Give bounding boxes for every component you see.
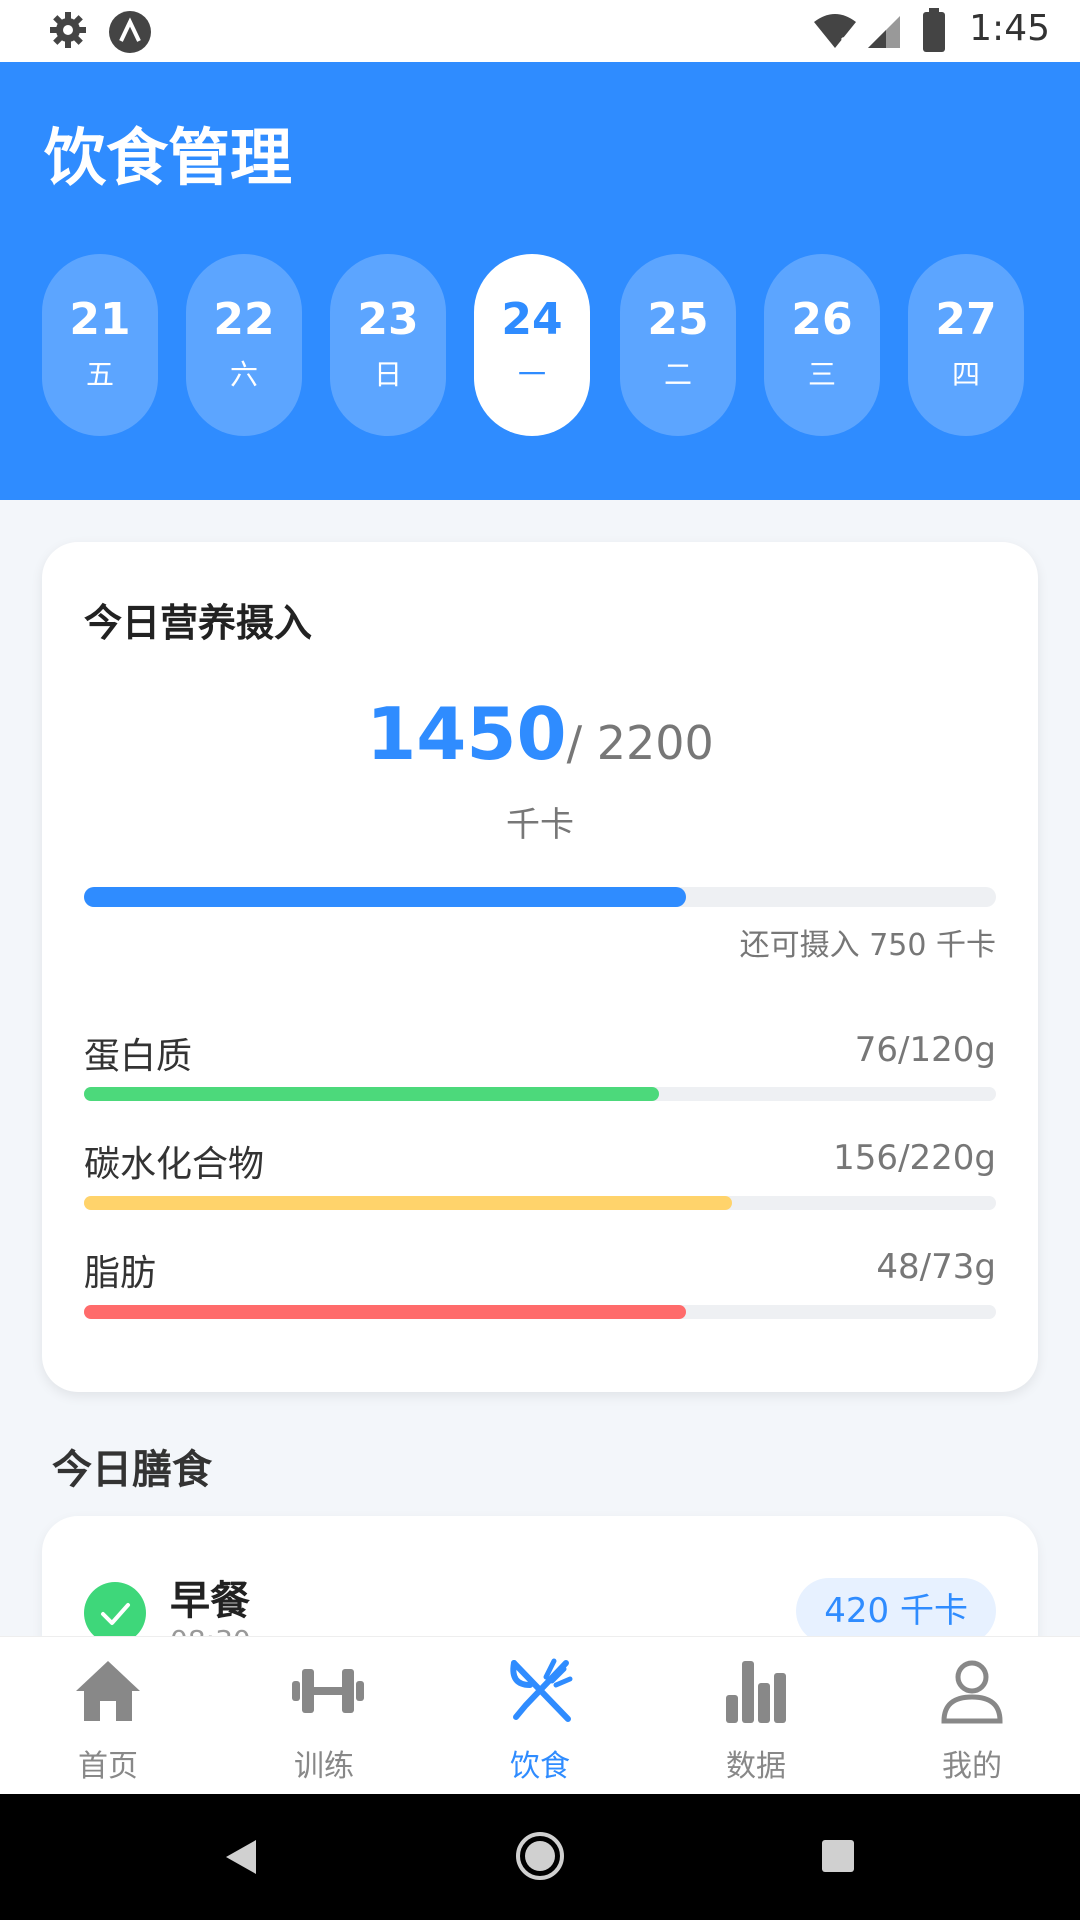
calorie-progress-fill <box>84 887 686 907</box>
gear-icon <box>50 12 86 48</box>
a-circle-icon <box>109 11 151 53</box>
date-item-26[interactable]: 26 三 <box>764 254 880 436</box>
macro-value-fat: 48/73g <box>876 1247 996 1287</box>
date-weekday: 五 <box>85 358 114 391</box>
nav-item-data[interactable]: 数据 <box>648 1637 864 1795</box>
macro-value-protein: 76/120g <box>854 1030 996 1070</box>
carbs-progress-fill <box>84 1196 732 1210</box>
status-time: 1:45 <box>969 8 1050 49</box>
battery-icon <box>923 8 945 52</box>
date-weekday: 日 <box>373 358 402 391</box>
recents-icon[interactable] <box>820 1838 856 1874</box>
check-icon <box>84 1582 146 1644</box>
protein-progress-fill <box>84 1087 659 1101</box>
date-number: 22 <box>213 294 275 345</box>
user-icon <box>941 1660 1003 1724</box>
nav-label: 数据 <box>726 1749 786 1784</box>
date-item-27[interactable]: 27 四 <box>908 254 1024 436</box>
date-number: 23 <box>357 294 419 345</box>
nutrition-card: 今日营养摄入 1450/ 2200 千卡 还可摄入 750 千卡 蛋白质 76/… <box>42 542 1038 1392</box>
meals-section-title: 今日膳食 <box>52 1447 212 1493</box>
nutrition-card-title: 今日营养摄入 <box>84 601 313 645</box>
wifi-icon <box>814 14 856 50</box>
nav-item-diet[interactable]: 饮食 <box>432 1637 648 1795</box>
fat-progress-fill <box>84 1305 686 1319</box>
remaining-calories: 还可摄入 750 千卡 <box>739 928 996 963</box>
nav-label: 首页 <box>78 1749 138 1784</box>
nav-label: 训练 <box>294 1749 354 1784</box>
signal-icon <box>868 16 900 48</box>
date-selector: 21 五 22 六 23 日 24 一 25 二 26 三 27 四 <box>42 254 1042 436</box>
date-item-24-selected[interactable]: 24 一 <box>474 254 590 436</box>
fork-knife-icon <box>510 1658 573 1722</box>
page-title: 饮食管理 <box>44 121 293 194</box>
macro-label-fat: 脂肪 <box>84 1253 157 1294</box>
bar-chart-icon <box>726 1661 786 1723</box>
date-item-21[interactable]: 21 五 <box>42 254 158 436</box>
date-weekday: 二 <box>663 358 692 391</box>
carbs-progress-bar <box>84 1196 996 1210</box>
date-weekday: 一 <box>517 358 546 391</box>
nav-item-profile[interactable]: 我的 <box>864 1637 1080 1795</box>
macro-label-carbs: 碳水化合物 <box>84 1144 265 1185</box>
date-number: 25 <box>647 294 709 345</box>
system-nav-bar <box>0 1794 1080 1920</box>
date-item-25[interactable]: 25 二 <box>620 254 736 436</box>
date-weekday: 六 <box>229 358 258 391</box>
nav-item-home[interactable]: 首页 <box>0 1637 216 1795</box>
protein-progress-bar <box>84 1087 996 1101</box>
date-number: 27 <box>935 294 997 345</box>
date-item-22[interactable]: 22 六 <box>186 254 302 436</box>
calorie-summary: 1450/ 2200 <box>42 692 1038 776</box>
status-bar: 1:45 <box>0 0 1080 62</box>
fat-progress-bar <box>84 1305 996 1319</box>
calorie-progress-bar <box>84 887 996 907</box>
calories-unit: 千卡 <box>506 805 574 845</box>
date-number: 21 <box>69 294 131 345</box>
macro-label-protein: 蛋白质 <box>84 1036 193 1077</box>
date-item-23[interactable]: 23 日 <box>330 254 446 436</box>
meal-calories-badge: 420 千卡 <box>796 1578 996 1644</box>
home-icon <box>76 1661 140 1721</box>
meal-name: 早餐 <box>170 1578 250 1624</box>
nav-label: 我的 <box>942 1749 1002 1784</box>
date-number: 24 <box>501 294 563 345</box>
nav-label: 饮食 <box>510 1749 570 1784</box>
macro-value-carbs: 156/220g <box>833 1138 996 1178</box>
calories-consumed: 1450 <box>366 692 567 776</box>
page-header: 饮食管理 21 五 22 六 23 日 24 一 25 二 26 三 27 四 <box>0 62 1080 500</box>
dumbbell-icon <box>292 1669 364 1713</box>
date-weekday: 三 <box>807 358 836 391</box>
back-icon[interactable] <box>222 1836 260 1878</box>
calories-target: / 2200 <box>566 716 714 770</box>
home-circle-icon[interactable] <box>514 1830 566 1882</box>
bottom-nav: 首页 训练 饮食 数据 我的 <box>0 1636 1080 1795</box>
date-weekday: 四 <box>951 358 980 391</box>
date-number: 26 <box>791 294 853 345</box>
nav-item-training[interactable]: 训练 <box>216 1637 432 1795</box>
